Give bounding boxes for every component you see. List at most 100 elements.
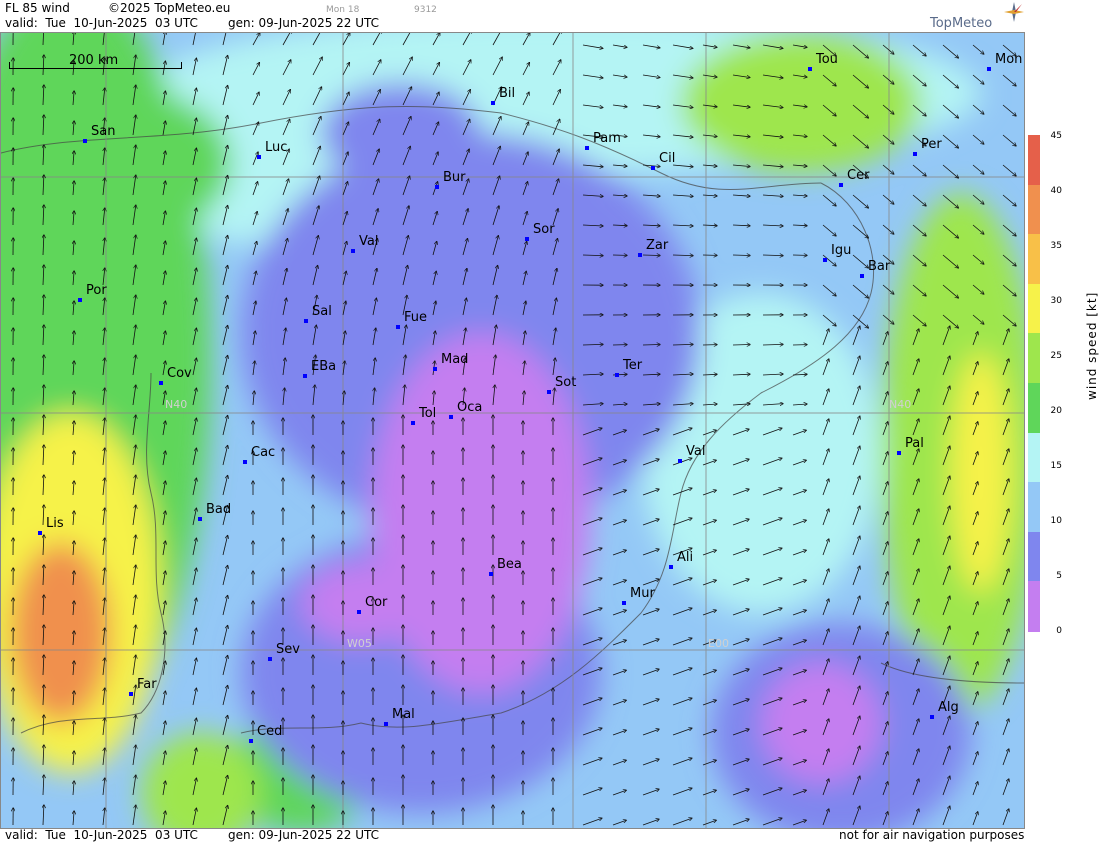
legend-segment <box>1028 333 1040 384</box>
legend-segment <box>1028 581 1040 632</box>
city-label: EBa <box>311 359 337 374</box>
legend-segment <box>1028 135 1040 186</box>
footer-valid: valid: Tue 10-Jun-2025 03 UTC <box>5 828 198 842</box>
city-marker <box>304 319 308 323</box>
city-label: Por <box>86 283 107 298</box>
city-marker <box>547 390 551 394</box>
footer-generated: gen: 09-Jun-2025 22 UTC <box>228 828 380 842</box>
city-marker <box>351 249 355 253</box>
city-label: Fue <box>404 310 428 325</box>
legend-tick-label: 40 <box>1050 186 1062 196</box>
lon-label-w05: W05 <box>347 637 372 650</box>
city-label: Ter <box>623 358 643 373</box>
legend-tick-label: 0 <box>1056 626 1062 636</box>
city-marker <box>860 274 864 278</box>
city-label: Bil <box>499 86 516 101</box>
city-label: Per <box>921 137 942 152</box>
city-label: Mad <box>441 352 469 367</box>
legend-tick-label: 15 <box>1050 461 1062 471</box>
legend-title: wind speed [kt] <box>1085 291 1099 400</box>
wind-arrow <box>732 255 750 256</box>
footer-disclaimer: not for air navigation purposes <box>839 828 1025 842</box>
legend: 45 40 35 30 25 20 15 10 5 0 <box>1025 0 1117 843</box>
city-label: Pal <box>905 436 924 451</box>
city-label: Cor <box>365 595 388 610</box>
compass-logo-icon <box>1004 2 1024 22</box>
city-marker <box>491 101 495 105</box>
city-label: Ali <box>677 550 694 565</box>
city-marker <box>268 657 272 661</box>
wind-map: 200 km N40 N40 W05 E00 Bil Pam Cil Tou Mon Sa… <box>0 32 1025 829</box>
city-marker <box>930 715 934 719</box>
lat-label-right: N40 <box>889 398 912 411</box>
city-label: Sev <box>276 642 300 657</box>
legend-tick-label: 20 <box>1050 406 1062 416</box>
city-label: Sot <box>555 375 577 390</box>
city-label: Lis <box>46 516 64 531</box>
city-marker <box>384 722 388 726</box>
city-marker <box>638 253 642 257</box>
legend-tick-label: 10 <box>1050 516 1062 526</box>
run-code: 9312 <box>414 5 437 15</box>
run-label: Mon 18 <box>326 5 360 15</box>
valid-time: valid: Tue 10-Jun-2025 03 UTC <box>5 16 198 30</box>
wind-arrow <box>732 345 750 346</box>
city-label: Far <box>137 677 157 692</box>
legend-segment <box>1028 432 1040 484</box>
city-marker <box>38 531 42 535</box>
copyright-text: ©2025 TopMeteo.eu <box>108 1 231 15</box>
legend-colorbar <box>1028 135 1040 632</box>
city-marker <box>198 517 202 521</box>
legend-segment <box>1028 184 1040 236</box>
city-label: Sal <box>312 304 332 319</box>
city-marker <box>585 146 589 150</box>
city-marker <box>897 451 901 455</box>
city-marker <box>411 421 415 425</box>
legend-segment <box>1028 482 1040 533</box>
city-label: Alg <box>938 700 959 715</box>
city-label: Tol <box>419 406 437 421</box>
city-marker <box>622 601 626 605</box>
city-marker <box>129 692 133 696</box>
city-label: Pam <box>593 131 621 146</box>
city-label: Cac <box>251 445 276 460</box>
legend-segment <box>1028 531 1040 583</box>
city-label: Val <box>686 444 706 459</box>
city-marker <box>78 298 82 302</box>
city-marker <box>257 155 261 159</box>
city-marker <box>525 237 529 241</box>
city-marker <box>823 258 827 262</box>
city-marker <box>678 459 682 463</box>
lat-label-left: N40 <box>165 398 188 411</box>
legend-tick-label: 45 <box>1050 131 1062 141</box>
city-label: Bea <box>497 557 522 572</box>
city-label: Oca <box>457 400 483 415</box>
city-marker <box>303 374 307 378</box>
city-label: Cer <box>847 168 870 183</box>
city-marker <box>839 183 843 187</box>
city-label: Cov <box>167 366 192 381</box>
scale-label: 200 km <box>69 53 119 68</box>
chart-title: FL 85 wind <box>5 1 70 15</box>
legend-segment <box>1028 383 1040 434</box>
city-label: Ced <box>257 724 283 739</box>
wind-arrow <box>642 345 660 346</box>
city-marker <box>433 367 437 371</box>
city-marker <box>159 381 163 385</box>
city-marker <box>669 565 673 569</box>
lon-label-e00: E00 <box>708 637 729 650</box>
city-label: Luc <box>265 140 288 155</box>
legend-tick-label: 35 <box>1050 241 1062 251</box>
city-marker <box>615 373 619 377</box>
city-label: Bar <box>868 259 891 274</box>
legend-segment <box>1028 234 1040 285</box>
city-marker <box>651 166 655 170</box>
scale-bar: 200 km <box>9 53 182 69</box>
city-label: Bad <box>206 502 232 517</box>
brand-name: TopMeteo <box>930 16 993 31</box>
city-label: Bur <box>443 170 466 185</box>
city-label: Mal <box>392 707 415 722</box>
city-label: Val <box>359 234 379 249</box>
city-label: Mon <box>995 52 1023 67</box>
map-canvas <box>1 33 1024 828</box>
